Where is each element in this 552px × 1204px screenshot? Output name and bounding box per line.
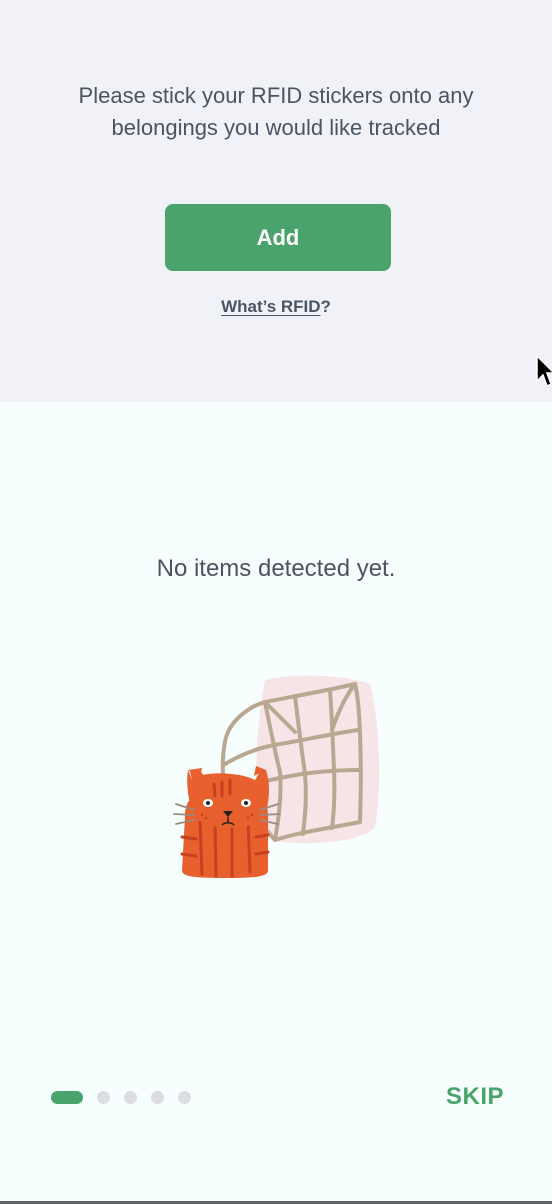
cat-and-net-illustration <box>173 675 380 878</box>
whats-rfid-link-text: What’s RFID <box>221 297 321 316</box>
whats-rfid-link-suffix: ? <box>320 297 331 316</box>
page-dot[interactable] <box>97 1090 110 1104</box>
page-dot-active[interactable] <box>51 1090 83 1104</box>
empty-state-message: No items detected yet. <box>156 555 396 582</box>
setup-panel: Please stick your RFID stickers onto any… <box>0 0 552 402</box>
page-dot[interactable] <box>124 1090 137 1104</box>
skip-button[interactable]: SKIP <box>430 1082 520 1112</box>
page-dot[interactable] <box>151 1090 164 1104</box>
whats-rfid-link[interactable]: What’s RFID? <box>0 297 552 317</box>
page-indicator <box>51 1090 191 1104</box>
page-dot[interactable] <box>178 1090 191 1104</box>
mouse-pointer-icon <box>536 355 552 388</box>
instructions-text: Please stick your RFID stickers onto any… <box>78 83 474 140</box>
add-button[interactable]: Add <box>165 204 391 271</box>
